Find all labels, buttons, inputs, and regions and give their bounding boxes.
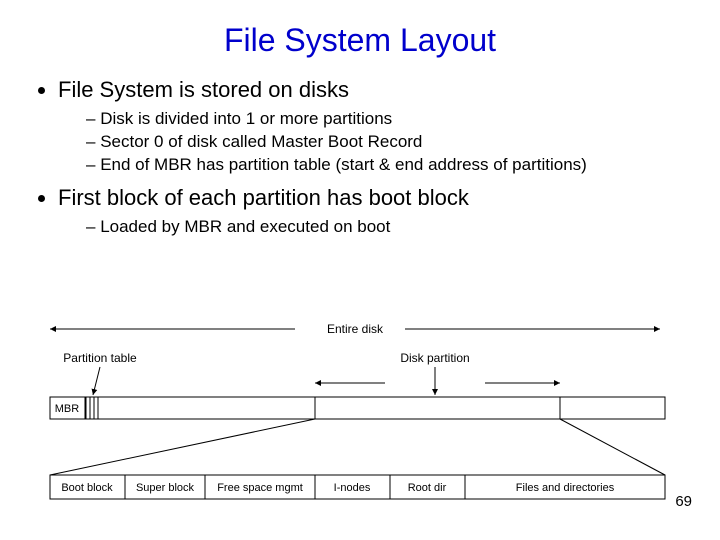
- mbr-label: MBR: [55, 403, 80, 415]
- bullet-1: File System is stored on disks Disk is d…: [58, 77, 690, 175]
- bullet-2a: Loaded by MBR and executed on boot: [86, 217, 690, 237]
- bullet-2-text: First block of each partition has boot b…: [58, 185, 469, 210]
- boot-block-label: Boot block: [61, 482, 113, 494]
- partition-table-label: Partition table: [63, 351, 137, 365]
- bullet-1c: End of MBR has partition table (start & …: [86, 155, 690, 175]
- files-dirs-label: Files and directories: [516, 482, 615, 494]
- disk-layout-diagram: Entire disk Partition table Disk partiti…: [35, 315, 675, 515]
- page-number: 69: [675, 493, 692, 510]
- entire-disk-label: Entire disk: [327, 322, 384, 336]
- root-dir-label: Root dir: [408, 482, 447, 494]
- bullet-1a: Disk is divided into 1 or more partition…: [86, 109, 690, 129]
- bullet-2: First block of each partition has boot b…: [58, 185, 690, 237]
- bullet-list: File System is stored on disks Disk is d…: [30, 77, 690, 237]
- bullet-1-text: File System is stored on disks: [58, 77, 349, 102]
- bullet-1b: Sector 0 of disk called Master Boot Reco…: [86, 132, 690, 152]
- free-space-label: Free space mgmt: [217, 482, 303, 494]
- slide-title: File System Layout: [30, 22, 690, 59]
- partition-detail: Boot block Super block Free space mgmt I…: [50, 475, 665, 499]
- inodes-label: I-nodes: [334, 482, 371, 494]
- disk-partition-label: Disk partition: [400, 351, 469, 365]
- super-block-label: Super block: [136, 482, 195, 494]
